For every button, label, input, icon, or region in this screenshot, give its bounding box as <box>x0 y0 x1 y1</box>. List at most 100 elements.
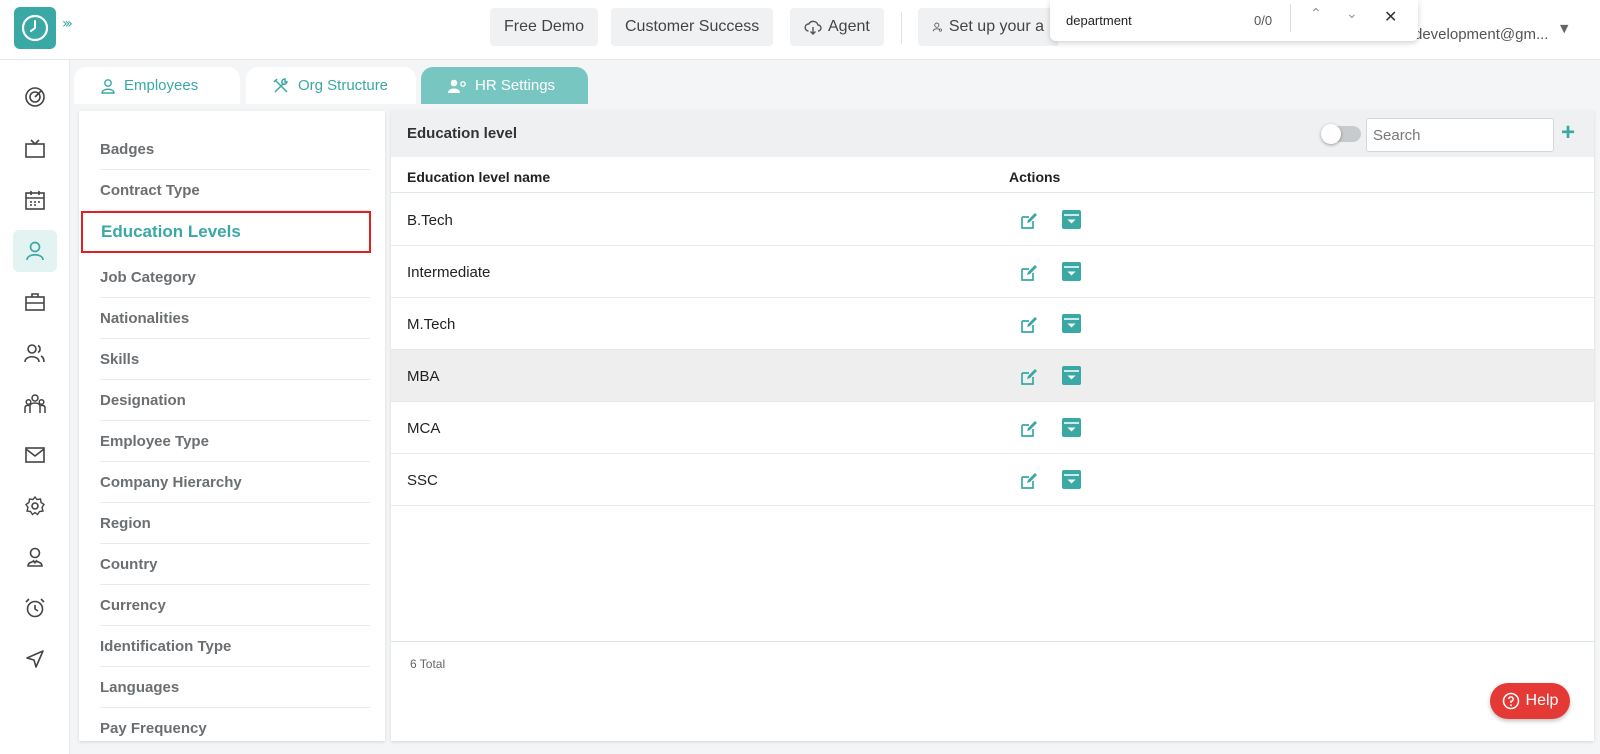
settings-item-country[interactable]: Country <box>100 544 370 585</box>
tv-icon <box>25 139 45 158</box>
total-count: 6 Total <box>410 657 446 671</box>
education-level-panel: Education level + Education level name A… <box>391 111 1594 741</box>
help-button[interactable]: Help <box>1490 683 1570 719</box>
education-level-name: MCA <box>407 420 441 437</box>
target-icon <box>25 87 45 107</box>
settings-item-label: Education Levels <box>101 222 241 241</box>
close-icon[interactable]: ✕ <box>1384 7 1397 26</box>
rail-users[interactable] <box>13 332 57 374</box>
rail-dashboard[interactable] <box>13 76 57 118</box>
education-level-name: Intermediate <box>407 264 491 281</box>
setup-button[interactable]: Set up your a <box>918 8 1058 46</box>
chevron-down-icon[interactable]: ⌄ <box>1346 6 1358 22</box>
user-icon <box>101 78 115 94</box>
rail-mail[interactable] <box>13 434 57 476</box>
table-row: SSC <box>391 454 1594 506</box>
table-header: Education level name Actions <box>391 157 1594 193</box>
header-divider <box>901 12 902 44</box>
rail-employees[interactable] <box>13 230 57 272</box>
table-row: Intermediate <box>391 246 1594 298</box>
archive-toggle[interactable] <box>1321 124 1361 144</box>
chevron-up-icon[interactable]: ⌃ <box>1310 6 1322 22</box>
edit-icon[interactable] <box>1019 419 1039 439</box>
add-button[interactable]: + <box>1561 119 1575 147</box>
tools-icon <box>273 77 288 93</box>
find-divider <box>1290 4 1291 32</box>
settings-item-job-category[interactable]: Job Category <box>100 257 370 298</box>
tab-label: Employees <box>124 77 199 94</box>
edit-icon[interactable] <box>1019 263 1039 283</box>
chevron-down-icon[interactable]: ▼ <box>1560 22 1568 35</box>
side-rail <box>0 60 70 754</box>
rail-team[interactable] <box>13 383 57 425</box>
archive-icon[interactable] <box>1061 469 1082 490</box>
archive-icon[interactable] <box>1061 365 1082 386</box>
settings-item-nationalities[interactable]: Nationalities <box>100 298 370 339</box>
user-settings-icon <box>448 79 466 93</box>
rail-tv[interactable] <box>13 128 57 170</box>
user-email[interactable]: development@gm... <box>1414 26 1548 43</box>
edit-icon[interactable] <box>1019 315 1039 335</box>
table-row: B.Tech <box>391 194 1594 246</box>
column-header-name: Education level name <box>407 169 551 185</box>
edit-icon[interactable] <box>1019 471 1039 491</box>
search-input[interactable] <box>1366 118 1554 152</box>
agent-button[interactable]: Agent <box>790 8 884 46</box>
settings-item-languages[interactable]: Languages <box>100 667 370 708</box>
alarm-clock-icon <box>25 598 45 618</box>
find-query[interactable]: department <box>1066 13 1132 28</box>
rail-briefcase[interactable] <box>13 281 57 323</box>
rail-alarm[interactable] <box>13 587 57 629</box>
toggle-knob <box>1321 124 1341 144</box>
settings-item-company-hierarchy[interactable]: Company Hierarchy <box>100 462 370 503</box>
agent-label: Agent <box>828 18 870 35</box>
settings-item-badges[interactable]: Badges <box>100 129 370 170</box>
free-demo-button[interactable]: Free Demo <box>490 8 599 46</box>
tab-hr-settings[interactable]: HR Settings <box>421 67 588 104</box>
settings-item-label: Contract Type <box>100 181 200 199</box>
rail-calendar[interactable] <box>13 179 57 221</box>
tab-employees[interactable]: Employees <box>74 67 240 104</box>
customer-success-label: Customer Success <box>625 18 760 35</box>
rail-settings[interactable] <box>13 485 57 527</box>
settings-item-label: Designation <box>100 391 186 409</box>
settings-item-label: Skills <box>100 350 140 368</box>
team-icon <box>24 394 46 413</box>
archive-icon[interactable] <box>1061 417 1082 438</box>
panel-header: Education level + <box>391 111 1594 157</box>
user-icon <box>26 241 44 261</box>
settings-item-education-levels[interactable]: Education Levels <box>81 211 371 253</box>
settings-item-label: Employee Type <box>100 432 209 450</box>
edit-icon[interactable] <box>1019 211 1039 231</box>
clock-logo-icon <box>21 14 49 42</box>
settings-item-label: Pay Frequency <box>100 719 207 737</box>
send-icon <box>26 650 44 668</box>
calendar-icon <box>25 191 45 210</box>
help-icon <box>1502 692 1519 710</box>
rail-send[interactable] <box>13 638 57 680</box>
settings-item-designation[interactable]: Designation <box>100 380 370 421</box>
settings-item-identification-type[interactable]: Identification Type <box>100 626 370 667</box>
app-logo[interactable] <box>14 7 56 49</box>
expand-sidebar-icon[interactable]: ››› <box>62 16 73 32</box>
rail-profile[interactable] <box>13 536 57 578</box>
settings-item-region[interactable]: Region <box>100 503 370 544</box>
settings-item-pay-frequency[interactable]: Pay Frequency <box>100 708 370 741</box>
settings-item-label: Badges <box>100 140 155 158</box>
table-row: MBA <box>391 350 1594 402</box>
settings-item-label: Job Category <box>100 268 196 286</box>
settings-item-employee-type[interactable]: Employee Type <box>100 421 370 462</box>
archive-icon[interactable] <box>1061 261 1082 282</box>
settings-item-contract-type[interactable]: Contract Type <box>100 170 370 211</box>
setup-label: Set up your a <box>948 18 1044 35</box>
customer-success-button[interactable]: Customer Success <box>611 8 774 46</box>
edit-icon[interactable] <box>1019 367 1039 387</box>
tab-org-structure[interactable]: Org Structure <box>246 67 416 104</box>
archive-icon[interactable] <box>1061 313 1082 334</box>
settings-item-currency[interactable]: Currency <box>100 585 370 626</box>
settings-item-skills[interactable]: Skills <box>100 339 370 380</box>
education-level-name: SSC <box>407 472 438 489</box>
settings-item-label: Languages <box>100 678 180 696</box>
user-settings-icon <box>932 22 942 32</box>
archive-icon[interactable] <box>1061 209 1082 230</box>
